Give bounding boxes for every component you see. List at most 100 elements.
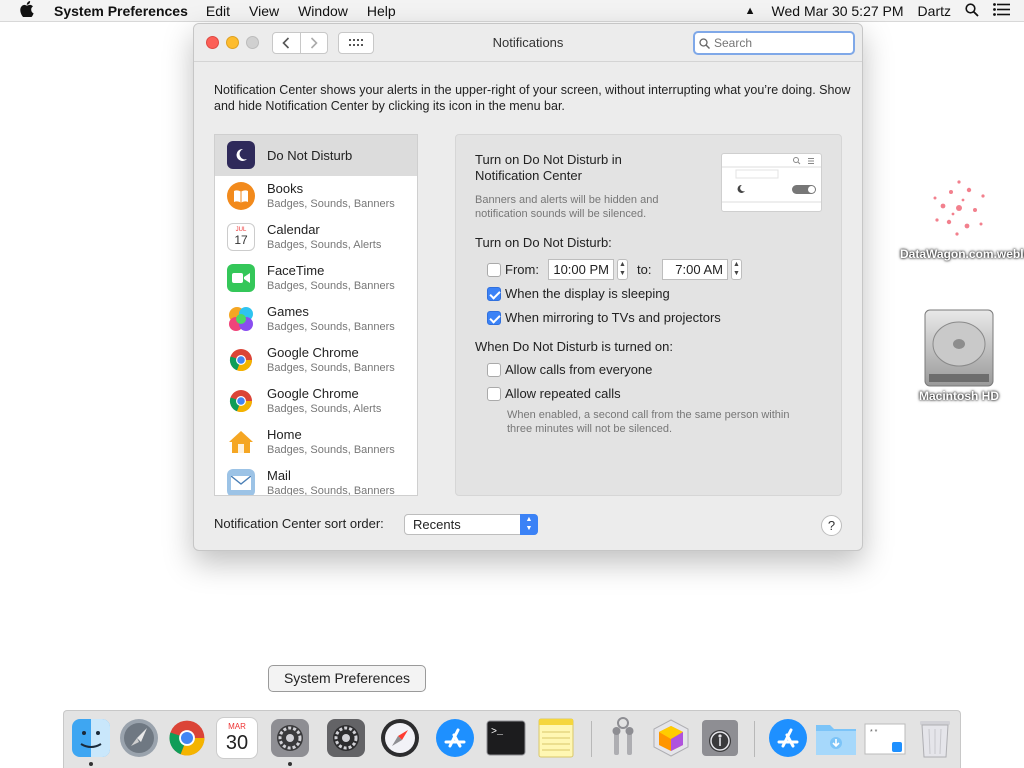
hard-drive-label: Macintosh HD — [918, 389, 999, 403]
notification-center-icon[interactable] — [993, 3, 1010, 19]
from-time-field[interactable]: 10:00 PM — [548, 259, 614, 280]
dock-system-preferences[interactable] — [269, 717, 311, 759]
dock-finder[interactable] — [70, 717, 112, 759]
dock-chrome[interactable] — [166, 717, 208, 759]
from-time-stepper[interactable]: ▲ ▼ — [617, 259, 628, 280]
menu-edit[interactable]: Edit — [206, 3, 230, 19]
dock-app-store[interactable] — [434, 717, 476, 759]
app-menu[interactable]: System Preferences — [54, 3, 188, 19]
dock-file-stack[interactable]: * * — [864, 717, 906, 759]
list-item-books[interactable]: Books Badges, Sounds, Banners — [215, 176, 417, 217]
games-icon — [227, 305, 255, 333]
list-item-games[interactable]: Games Badges, Sounds, Banners — [215, 299, 417, 340]
help-button[interactable]: ? — [821, 515, 842, 536]
description-text: Notification Center shows your alerts in… — [214, 83, 851, 113]
dock-voiceover-utility[interactable] — [699, 717, 741, 759]
do-not-disturb-panel: Turn on Do Not Disturb in Notification C… — [455, 134, 842, 496]
list-item-mail[interactable]: Mail Badges, Sounds, Banners — [215, 463, 417, 495]
chrome-icon — [169, 720, 205, 756]
books-icon — [227, 182, 255, 210]
menu-view[interactable]: View — [249, 3, 279, 19]
dock-launchpad[interactable] — [118, 717, 160, 759]
chrome-icon — [227, 346, 255, 374]
webloc-label: DataWagon.com.webloc — [900, 247, 1024, 261]
dock-app-store-2[interactable] — [767, 717, 809, 759]
list-item-name: Calendar — [267, 222, 320, 237]
list-item-subtitle: Badges, Sounds, Alerts — [267, 239, 382, 251]
list-item-subtitle: Badges, Sounds, Banners — [267, 280, 395, 292]
list-item-google-chrome[interactable]: Google Chrome Badges, Sounds, Banners — [215, 340, 417, 381]
list-item-name: Home — [267, 427, 302, 442]
dock-tooltip: System Preferences — [268, 665, 426, 692]
desktop-macintosh-hd[interactable]: Macintosh HD — [904, 306, 1014, 404]
to-time-field[interactable]: 7:00 AM — [662, 259, 728, 280]
to-time-stepper[interactable]: ▲ ▼ — [731, 259, 742, 280]
file-icon: * * — [864, 723, 906, 755]
allow-calls-checkbox[interactable] — [487, 363, 501, 377]
dnd-note: Banners and alerts will be hidden and no… — [475, 194, 659, 220]
calendar-month: MAR — [228, 722, 246, 731]
menu-help[interactable]: Help — [367, 3, 396, 19]
sort-order-select[interactable]: Recents ▲ ▼ — [404, 514, 538, 535]
list-item-subtitle: Badges, Sounds, Banners — [267, 444, 395, 456]
dock-downloads-folder[interactable] — [815, 717, 857, 759]
list-item-do-not-disturb[interactable]: Do Not Disturb — [215, 135, 417, 176]
home-icon — [227, 428, 255, 456]
launchpad-icon — [120, 719, 158, 757]
spotlight-icon[interactable] — [965, 2, 979, 20]
menu-window[interactable]: Window — [298, 3, 348, 19]
finder-icon — [72, 719, 110, 757]
mirroring-label: When mirroring to TVs and projectors — [505, 310, 721, 325]
search-input[interactable] — [714, 36, 844, 50]
svg-text:>_: >_ — [491, 727, 504, 738]
hard-drive-icon — [924, 309, 994, 387]
dnd-title: Turn on Do Not Disturb in Notification C… — [475, 152, 622, 183]
list-item-home[interactable]: Home Badges, Sounds, Banners — [215, 422, 417, 463]
display-sleeping-label: When the display is sleeping — [505, 286, 670, 301]
user-menu[interactable]: Dartz — [918, 3, 951, 19]
clock[interactable]: Wed Mar 30 5:27 PM — [772, 3, 904, 19]
desktop-webloc-file[interactable]: DataWagon.com.webloc — [900, 170, 1024, 262]
apple-menu-icon[interactable] — [0, 0, 54, 21]
mirroring-checkbox[interactable] — [487, 311, 501, 325]
calendar-day: 30 — [225, 732, 249, 754]
dock-notes[interactable] — [535, 717, 577, 759]
list-item-google-chrome-2[interactable]: Google Chrome Badges, Sounds, Alerts — [215, 381, 417, 422]
voiceover-icon — [702, 720, 738, 756]
dock-terminal[interactable]: >_ — [485, 717, 527, 759]
eject-icon[interactable]: ▲ — [745, 5, 756, 17]
app-list[interactable]: Do Not Disturb Books Badges, Sounds, Ban… — [214, 134, 418, 496]
when-on-label: When Do Not Disturb is turned on: — [475, 339, 673, 354]
safari-icon — [381, 719, 419, 757]
dock-grapher[interactable] — [650, 717, 692, 759]
notification-center-preview — [721, 153, 822, 212]
search-field[interactable] — [693, 31, 855, 55]
running-indicator — [89, 762, 93, 766]
repeated-calls-checkbox[interactable] — [487, 387, 501, 401]
dock-safari[interactable] — [379, 717, 421, 759]
display-sleeping-checkbox[interactable] — [487, 287, 501, 301]
app-store-icon — [436, 719, 474, 757]
repeated-calls-note: When enabled, a second call from the sam… — [507, 409, 790, 435]
repeated-calls-label: Allow repeated calls — [505, 386, 621, 401]
list-item-subtitle: Badges, Sounds, Banners — [267, 198, 395, 210]
list-item-subtitle: Badges, Sounds, Banners — [267, 362, 395, 374]
app-store-icon — [769, 719, 807, 757]
from-label: From: — [505, 262, 539, 277]
dock-keychain-access[interactable] — [602, 717, 644, 759]
list-item-name: Books — [267, 181, 304, 196]
list-item-facetime[interactable]: FaceTime Badges, Sounds, Banners — [215, 258, 417, 299]
list-item-subtitle: Badges, Sounds, Banners — [267, 321, 395, 333]
dock-calendar[interactable]: MAR 30 — [216, 717, 258, 759]
list-item-calendar[interactable]: JUL 17 Calendar Badges, Sounds, Alerts — [215, 217, 417, 258]
dock-trash[interactable] — [914, 717, 956, 759]
dock-system-preferences-hovered[interactable] — [325, 717, 367, 759]
terminal-icon: >_ — [486, 720, 526, 756]
title-bar: Notifications — [194, 24, 862, 62]
list-item-name: Google Chrome — [267, 386, 359, 401]
from-checkbox[interactable] — [487, 263, 501, 277]
grapher-icon — [653, 719, 689, 757]
turn-on-dnd-label: Turn on Do Not Disturb: — [475, 235, 612, 250]
facetime-icon — [227, 264, 255, 292]
search-icon — [699, 37, 710, 49]
